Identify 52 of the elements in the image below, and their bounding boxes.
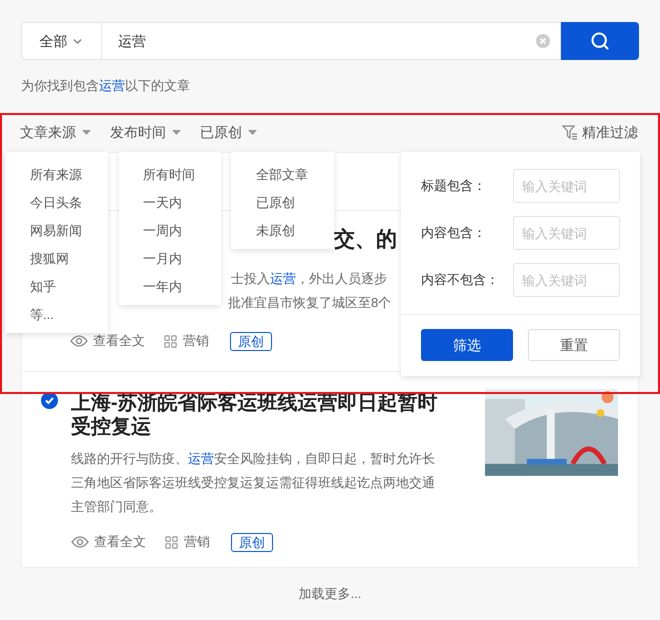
marketing-link[interactable]: 营销 xyxy=(183,331,209,351)
keyword-link[interactable]: 运营 xyxy=(99,78,125,93)
dropdown-item[interactable]: 所有来源 xyxy=(30,161,108,189)
search-icon xyxy=(590,31,610,51)
field-label: 标题包含： xyxy=(421,177,486,196)
eye-icon xyxy=(70,335,88,347)
keyword-input[interactable]: 输入关键词 xyxy=(513,169,620,203)
view-full-link[interactable]: 查看全文 xyxy=(94,532,146,552)
view-full-link[interactable]: 查看全文 xyxy=(93,331,145,351)
filter-tab[interactable]: 已原创 xyxy=(200,122,257,143)
caret-icon xyxy=(248,130,257,135)
dropdown-item[interactable]: 未原创 xyxy=(256,217,334,245)
check-icon xyxy=(44,395,55,406)
article-excerpt: 批准宜昌市恢复了城区至8个 xyxy=(228,294,392,312)
caret-icon xyxy=(172,130,181,135)
dropdown-item[interactable]: 所有时间 xyxy=(143,161,221,189)
grid-icon xyxy=(163,334,178,348)
dropdown-item[interactable]: 今日头条 xyxy=(30,189,108,217)
article-title[interactable]: 交、的 xyxy=(334,228,397,251)
keyword-input[interactable]: 输入关键词 xyxy=(513,263,620,297)
eye-icon xyxy=(70,536,89,548)
original-tag: 原创 xyxy=(230,532,273,552)
filter-tab[interactable]: 文章来源 xyxy=(20,122,91,143)
dropdown-item[interactable]: 已原创 xyxy=(256,189,334,217)
search-button[interactable] xyxy=(561,22,639,60)
filter-button[interactable]: 筛选 xyxy=(421,329,513,361)
dropdown-item[interactable]: 一周内 xyxy=(143,217,221,245)
article-excerpt: 士投入运营，外出人员逐步 xyxy=(231,270,387,288)
dropdown-item[interactable]: 一月内 xyxy=(143,245,221,273)
article-excerpt: 线路的开行与防疫、运营安全风险挂钩，自即日起，暂时允许长三角地区省际客运班线受控复运复运需征得班线起讫点两地交通主管部门同意。 xyxy=(70,450,436,516)
dropdown-item[interactable]: 全部文章 xyxy=(256,161,334,189)
dropdown-item[interactable]: 等... xyxy=(30,301,108,329)
scope-select[interactable]: 全部 xyxy=(22,23,102,59)
load-more-button[interactable]: 加载更多... xyxy=(298,584,362,604)
dropdown-item[interactable]: 搜狐网 xyxy=(30,245,108,273)
filter-icon xyxy=(562,125,578,140)
precise-filter-button[interactable]: 精准过滤 xyxy=(562,122,638,143)
dropdown-item[interactable]: 一年内 xyxy=(143,273,221,301)
dropdown-item[interactable]: 网易新闻 xyxy=(30,217,108,245)
field-label: 内容不包含： xyxy=(421,271,499,290)
search-field[interactable]: 全部 运营 xyxy=(21,22,561,60)
grid-icon xyxy=(164,534,179,550)
dropdown-item[interactable]: 知乎 xyxy=(30,273,108,301)
filter-tab[interactable]: 发布时间 xyxy=(110,122,181,143)
keyword-input[interactable]: 输入关键词 xyxy=(513,216,620,250)
reset-button[interactable]: 重置 xyxy=(528,329,620,361)
caret-icon xyxy=(82,130,91,135)
dropdown-item[interactable]: 一天内 xyxy=(143,189,221,217)
original-tag: 原创 xyxy=(230,332,272,350)
result-note: 为你找到包含运营以下的文章 xyxy=(21,77,191,95)
field-label: 内容包含： xyxy=(421,224,486,242)
marketing-link[interactable]: 营销 xyxy=(184,532,210,552)
